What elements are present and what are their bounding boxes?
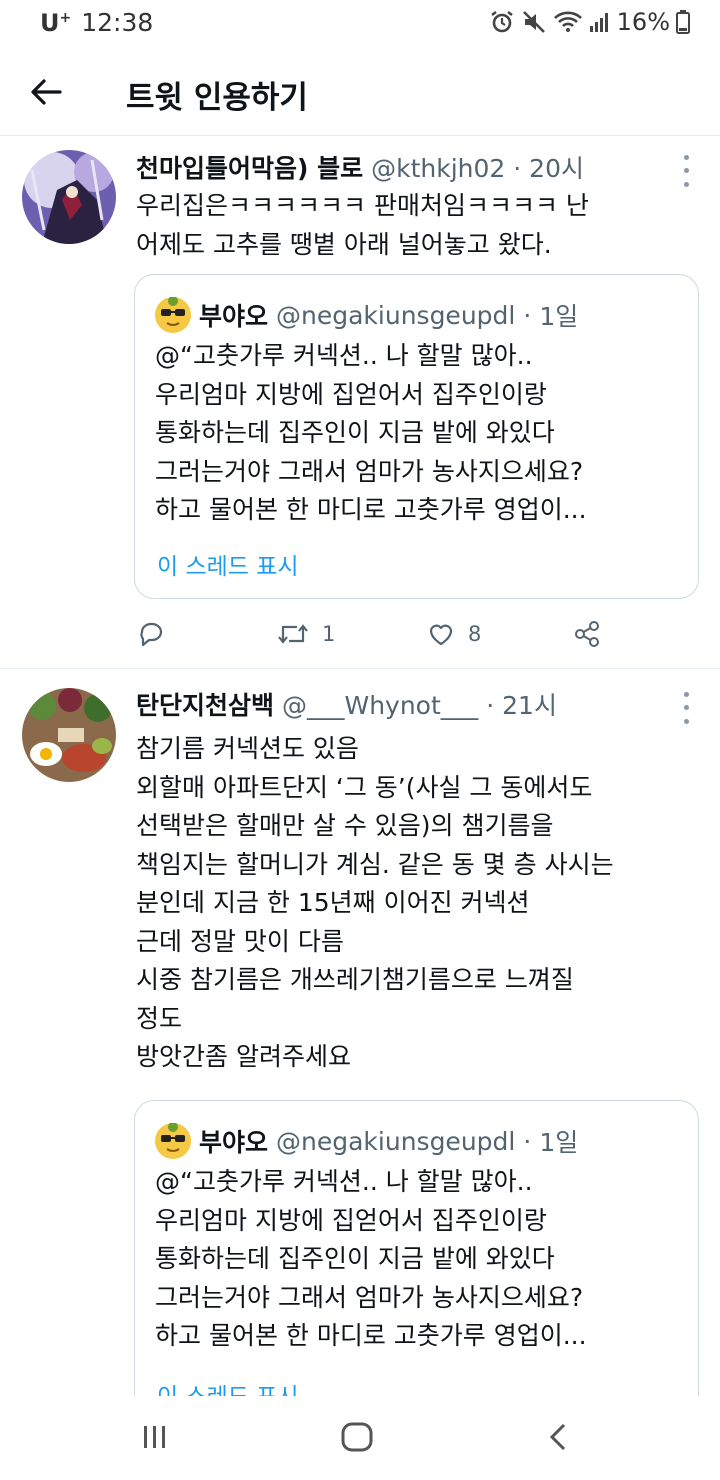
- recent-apps-button[interactable]: [140, 1422, 170, 1456]
- more-icon[interactable]: [678, 151, 694, 191]
- quoted-display-name: 부야오: [199, 1128, 269, 1157]
- quoted-text-line: 우리엄마 지방에 집얻어서 집주인이랑: [155, 379, 547, 409]
- retweet-button[interactable]: 1: [276, 614, 335, 654]
- app-bar: 트윗 인용하기: [0, 48, 720, 136]
- alarm-icon: [490, 10, 513, 33]
- tweet[interactable]: 탄단지천삼백 @___Whynot___ · 21시 참기름 커넥션도 있음 외…: [0, 670, 720, 1420]
- quoted-text-line: 통화하는데 집주인이 지금 밭에 와있다: [155, 1244, 555, 1273]
- page-title: 트윗 인용하기: [126, 80, 308, 116]
- quoted-text-line: 하고 물어본 한 마디로 고춧가루 영업이...: [155, 1321, 587, 1350]
- quoted-handle: @negakiunsgeupdl: [276, 1126, 516, 1156]
- clock: 12:38: [81, 8, 154, 37]
- quoted-time: 1일: [539, 302, 579, 331]
- quoted-avatar: [155, 1122, 191, 1159]
- tweet-header: 탄단지천삼백 @___Whynot___ · 21시: [136, 686, 660, 722]
- tweet-text-line: 책임지는 할머니가 계심. 같은 동 몇 층 사시는: [136, 849, 614, 879]
- tweet-text-line: 분인데 지금 한 15년째 이어진 커넥션: [136, 888, 530, 917]
- quoted-display-name: 부야오: [199, 302, 269, 331]
- battery-percent: 16%: [616, 8, 670, 36]
- quoted-text-line: 그러는거야 그래서 엄마가 농사지으세요?: [155, 1282, 584, 1312]
- wifi-icon: [553, 11, 582, 32]
- retweet-count: 1: [322, 622, 336, 646]
- separator-dot: ·: [523, 1126, 532, 1156]
- tweet-text: 참기름 커넥션도 있음 외할매 아파트단지 ‘그 동’(사실 그 동에서도 선택…: [136, 730, 700, 1077]
- share-icon: [575, 621, 599, 647]
- separator-dot: ·: [513, 154, 522, 183]
- tweet-text: 우리집은ㅋㅋㅋㅋㅋㅋ 판매처임ㅋㅋㅋㅋ 난 어제도 고추를 땡볕 아래 널어놓고…: [136, 187, 700, 264]
- home-button[interactable]: [340, 1422, 374, 1456]
- status-icons: 16%: [489, 8, 690, 36]
- tweet-text-line: 근데 정말 맛이 다름: [136, 926, 344, 956]
- tweet-text-line: 정도: [136, 1003, 183, 1033]
- system-nav-bar: [0, 1396, 720, 1480]
- quoted-text-line: @“고춧가루 커넥션.. 나 할말 많아..: [155, 341, 533, 370]
- status-bar: U+ 12:38 16%: [0, 0, 720, 48]
- quoted-text-line: 우리엄마 지방에 집얻어서 집주인이랑: [155, 1205, 547, 1235]
- like-icon: [429, 624, 453, 646]
- carrier-sup: +: [59, 10, 72, 26]
- like-count: 8: [468, 622, 482, 646]
- tweet[interactable]: 천마입틀어막음) 블로 @kthkjh02 · 20시 우리집은ㅋㅋㅋㅋㅋㅋ 판…: [0, 137, 720, 669]
- quoted-text-line: 하고 물어본 한 마디로 고춧가루 영업이...: [155, 495, 587, 524]
- separator-dot: ·: [486, 691, 495, 720]
- carrier-text: U: [40, 9, 60, 37]
- tweet-text-line: 선택받은 할매만 살 수 있음)의 챔기름을: [136, 811, 554, 840]
- user-handle[interactable]: @kthkjh02: [371, 154, 505, 183]
- reply-button[interactable]: [136, 614, 166, 654]
- separator-dot: ·: [523, 300, 532, 330]
- tweet-time[interactable]: 21시: [502, 691, 557, 720]
- like-button[interactable]: 8: [426, 614, 481, 654]
- retweet-icon: [278, 624, 308, 644]
- battery-icon: [676, 10, 690, 34]
- back-nav-button[interactable]: [546, 1422, 570, 1456]
- quoted-tweet[interactable]: 부야오 @negakiunsgeupdl · 1일 @“고춧가루 커넥션.. 나…: [134, 274, 699, 599]
- tweet-text-line: 방앗간좀 알려주세요: [136, 1042, 351, 1071]
- show-thread-link[interactable]: 이 스레드 표시: [157, 547, 299, 581]
- tweet-text-line: 외할매 아파트단지 ‘그 동’(사실 그 동에서도: [136, 772, 593, 802]
- tweet-text-line: 시중 참기름은 개쓰레기챔기름으로 느껴질: [136, 965, 574, 994]
- quoted-tweet-header: 부야오 @negakiunsgeupdl · 1일: [155, 1122, 688, 1159]
- quoted-tweet-header: 부야오 @negakiunsgeupdl · 1일: [155, 296, 688, 333]
- quoted-avatar: [155, 296, 191, 333]
- tweet-actions: 1 8: [136, 614, 636, 654]
- display-name[interactable]: 천마입틀어막음) 블로: [136, 154, 363, 183]
- status-left: U+ 12:38: [40, 8, 153, 37]
- recent-apps-icon: [144, 1426, 165, 1448]
- avatar[interactable]: [22, 150, 116, 244]
- avatar[interactable]: [22, 688, 116, 782]
- user-handle[interactable]: @___Whynot___: [282, 691, 478, 720]
- reply-icon: [140, 622, 163, 647]
- back-arrow-icon: [31, 79, 62, 105]
- quoted-text-line: 통화하는데 집주인이 지금 밭에 와있다: [155, 418, 555, 447]
- tweet-header: 천마입틀어막음) 블로 @kthkjh02 · 20시: [136, 149, 660, 185]
- tweet-text-line: 참기름 커넥션도 있음: [136, 734, 359, 763]
- quoted-text-line: 그러는거야 그래서 엄마가 농사지으세요?: [155, 456, 584, 486]
- quoted-time: 1일: [539, 1128, 579, 1157]
- carrier-label: U+: [40, 9, 71, 37]
- tweet-text-line: 우리집은ㅋㅋㅋㅋㅋㅋ 판매처임ㅋㅋㅋㅋ 난: [136, 191, 589, 220]
- home-icon: [341, 1422, 373, 1452]
- signal-icon: [589, 13, 608, 32]
- quoted-tweet-text: @“고춧가루 커넥션.. 나 할말 많아.. 우리엄마 지방에 집얻어서 집주인…: [155, 1163, 688, 1356]
- mute-icon: [522, 11, 545, 33]
- display-name[interactable]: 탄단지천삼백: [136, 691, 274, 720]
- quoted-handle: @negakiunsgeupdl: [276, 300, 516, 330]
- quoted-text-line: @“고춧가루 커넥션.. 나 할말 많아..: [155, 1167, 533, 1196]
- quoted-tweet[interactable]: 부야오 @negakiunsgeupdl · 1일 @“고춧가루 커넥션.. 나…: [134, 1100, 699, 1420]
- quoted-tweet-text: @“고춧가루 커넥션.. 나 할말 많아.. 우리엄마 지방에 집얻어서 집주인…: [155, 337, 688, 530]
- tweet-time[interactable]: 20시: [529, 154, 584, 183]
- share-button[interactable]: [572, 614, 602, 654]
- more-icon[interactable]: [678, 688, 694, 728]
- back-button[interactable]: [24, 70, 72, 114]
- tweet-text-line: 어제도 고추를 땡볕 아래 널어놓고 왔다.: [136, 229, 552, 259]
- back-nav-icon: [549, 1423, 566, 1451]
